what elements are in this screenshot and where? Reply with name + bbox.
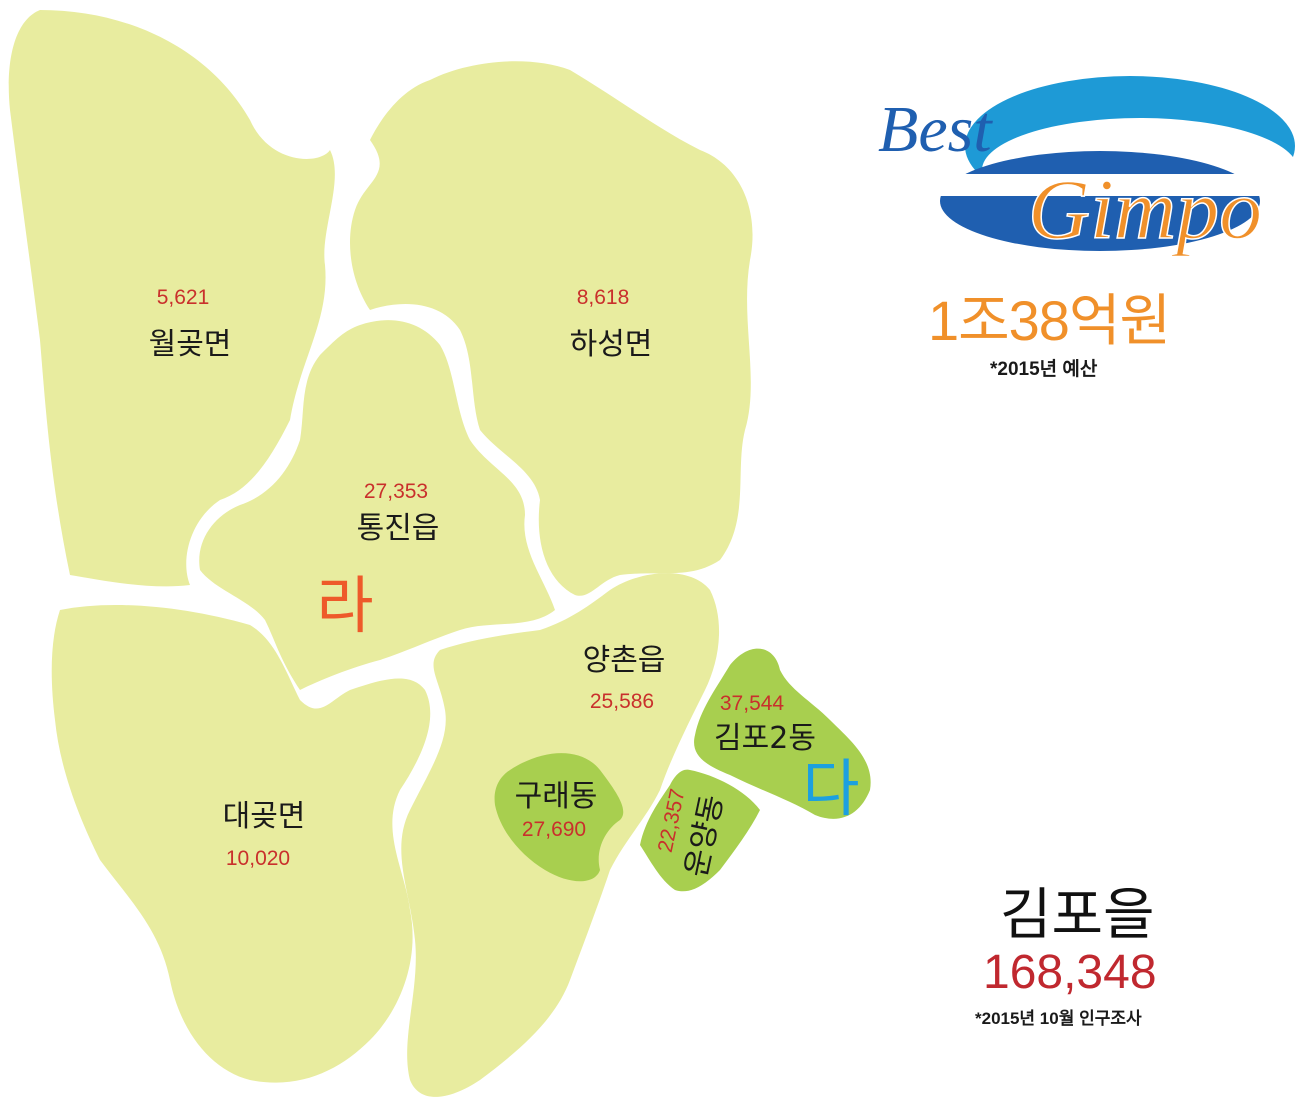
gimpo2-name: 김포2동	[714, 721, 816, 756]
yangchon-name: 양촌읍	[583, 643, 666, 678]
budget-note: *2015년 예산	[990, 359, 1098, 380]
logo-word-gimpo: Gimpo	[1028, 161, 1262, 257]
gurae-name: 구래동	[515, 779, 598, 814]
haseong-name: 하성면	[570, 327, 653, 362]
logo-word-best: Best	[878, 93, 993, 166]
budget-amount: 1조38억원	[928, 289, 1171, 352]
district-mark-da: 다	[802, 752, 859, 825]
region-daegot[interactable]	[51, 605, 431, 1083]
wolgot-name: 월곶면	[149, 327, 232, 362]
tongjin-name: 통진읍	[357, 511, 440, 546]
haseong-population: 8,618	[577, 286, 630, 309]
yangchon-population: 25,586	[590, 690, 654, 713]
gurae-population: 27,690	[522, 818, 586, 841]
gimpo-eul-map-infographic: 5,621 월곶면 8,618 하성면 27,353 통진읍 라 양촌읍 25,…	[0, 0, 1300, 1118]
wolgot-population: 5,621	[157, 286, 210, 309]
district-population: 168,348	[983, 946, 1157, 999]
best-gimpo-logo: Best Gimpo	[878, 76, 1298, 258]
census-note: *2015년 10월 인구조사	[975, 1009, 1142, 1028]
gimpo2-population: 37,544	[720, 692, 785, 715]
district-mark-ra: 라	[316, 569, 373, 642]
daegot-name: 대곶면	[223, 799, 306, 834]
tongjin-population: 27,353	[364, 480, 428, 503]
district-name: 김포을	[1000, 883, 1155, 948]
daegot-population: 10,020	[226, 847, 290, 870]
